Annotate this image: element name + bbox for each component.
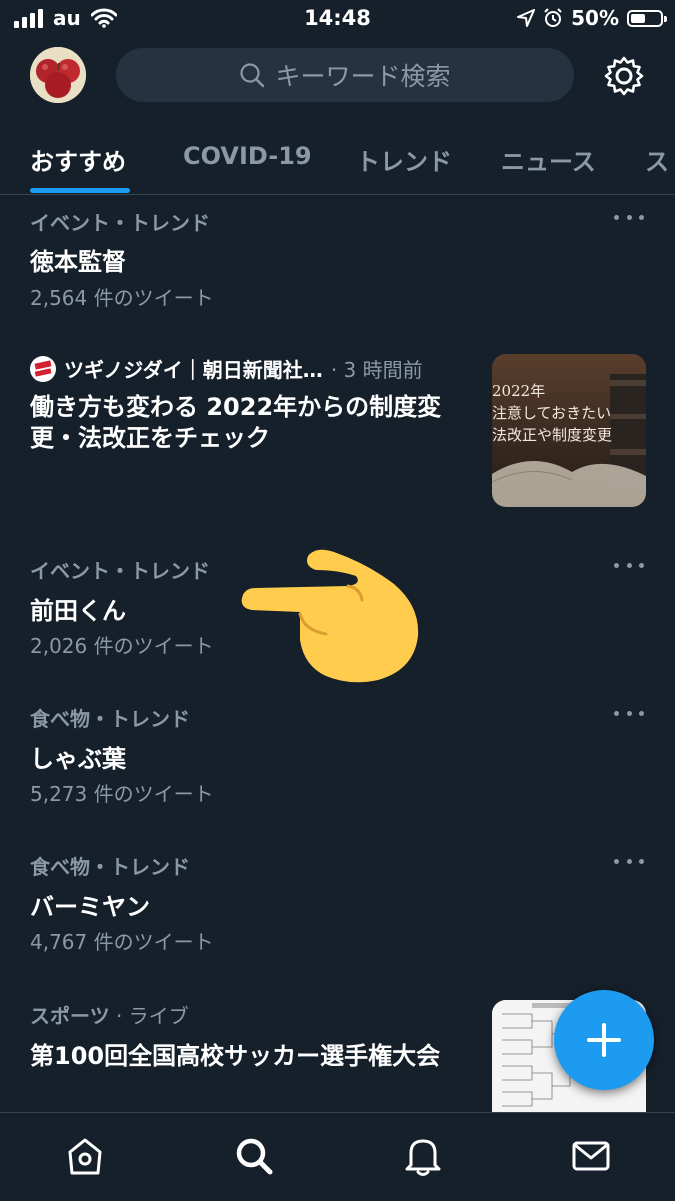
sports-category: スポーツ xyxy=(30,1004,110,1028)
trend-category: イベント・トレンド xyxy=(30,559,210,583)
explore-tabs: おすすめ COVID-19 トレンド ニュース ス xyxy=(0,130,675,195)
news-headline: 働き方も変わる 2022年からの制度変更・法改正をチェック xyxy=(30,393,442,452)
trend-title: しゃぶ葉 xyxy=(30,745,126,773)
nav-home[interactable] xyxy=(60,1131,110,1181)
compose-button[interactable] xyxy=(554,990,654,1090)
trend-category: 食べ物・トレンド xyxy=(30,855,190,879)
live-label: · ライブ xyxy=(109,1004,189,1028)
battery-icon xyxy=(627,9,667,27)
trend-category: イベント・トレンド xyxy=(30,211,210,235)
bell-icon xyxy=(405,1139,441,1176)
nav-messages[interactable] xyxy=(566,1131,616,1181)
news-time: · 3 時間前 xyxy=(330,358,423,382)
search-icon xyxy=(240,63,265,88)
tab-recommended[interactable]: おすすめ xyxy=(30,142,126,177)
tab-covid19[interactable]: COVID-19 xyxy=(183,142,312,170)
nav-notifications[interactable] xyxy=(398,1131,448,1181)
search-icon xyxy=(236,1138,273,1175)
alarm-icon xyxy=(544,8,562,27)
more-options-icon[interactable] xyxy=(614,859,644,867)
source-logo-icon xyxy=(30,355,56,382)
more-options-icon[interactable] xyxy=(614,215,644,223)
pointing-hand-icon xyxy=(241,549,419,683)
plus-icon xyxy=(587,1023,621,1057)
avatar[interactable] xyxy=(30,47,86,103)
active-tab-indicator xyxy=(30,188,130,193)
thumb-text-line: 2022年 xyxy=(492,382,546,400)
news-source-name: ツギノジダイ｜朝日新聞社… xyxy=(64,358,323,382)
mail-icon xyxy=(572,1141,610,1171)
trend-tweet-count: 2,026 件のツイート xyxy=(30,634,214,658)
trend-title: バーミヤン xyxy=(30,893,150,921)
search-input[interactable]: キーワード検索 xyxy=(116,48,574,102)
bottom-navigation xyxy=(0,1112,675,1201)
explore-header: キーワード検索 xyxy=(0,42,675,112)
battery-percent: 50% xyxy=(571,6,619,30)
tab-news[interactable]: ニュース xyxy=(501,142,596,177)
thumb-text-line: 法改正や制度変更 xyxy=(492,426,613,444)
more-options-icon[interactable] xyxy=(614,711,644,719)
trend-title: 前田くん xyxy=(30,597,126,625)
more-options-icon[interactable] xyxy=(614,563,644,571)
search-placeholder: キーワード検索 xyxy=(275,62,451,91)
thumb-text-line: 注意しておきたい xyxy=(492,404,612,422)
sports-title: 第100回全国高校サッカー選手権大会 xyxy=(30,1042,441,1070)
settings-gear-icon[interactable] xyxy=(602,54,646,98)
nav-explore[interactable] xyxy=(229,1131,279,1181)
news-thumbnail: 2022年 注意しておきたい 法改正や制度変更 xyxy=(492,354,646,507)
trend-category: 食べ物・トレンド xyxy=(30,707,190,731)
location-icon xyxy=(517,9,536,27)
tab-sports[interactable]: ス xyxy=(645,142,669,177)
home-icon xyxy=(68,1138,102,1175)
trend-title: 徳本監督 xyxy=(30,248,126,276)
trend-tweet-count: 5,273 件のツイート xyxy=(30,782,214,806)
trend-tweet-count: 2,564 件のツイート xyxy=(30,286,214,310)
trend-tweet-count: 4,767 件のツイート xyxy=(30,930,214,954)
tab-trends[interactable]: トレンド xyxy=(356,142,452,177)
status-bar: au 14:48 50% xyxy=(0,0,675,38)
